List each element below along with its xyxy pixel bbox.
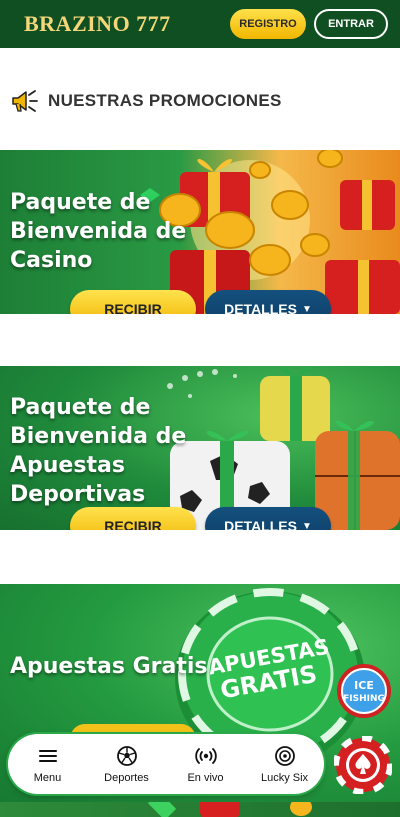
- nav-item-label: En vivo: [187, 771, 224, 784]
- megaphone-icon: [12, 90, 38, 112]
- sports-gifts-illustration: [167, 366, 400, 530]
- next-banner-partial: [0, 802, 400, 817]
- nav-item-label: Menu: [33, 771, 62, 784]
- nav-item-deportes[interactable]: Deportes: [91, 745, 163, 784]
- banner-title-line: Apuestas Gratis: [10, 654, 208, 679]
- receive-button[interactable]: RECIBIR: [70, 290, 196, 314]
- banner-title-line: Deportivas: [10, 482, 146, 507]
- details-button[interactable]: DETALLES ▼: [205, 290, 331, 314]
- brand-logo[interactable]: BRAZINO 777: [24, 11, 171, 37]
- banner-title-line: Bienvenida de: [10, 219, 187, 244]
- banner-title-line: Bienvenida de: [10, 424, 187, 449]
- banner-title-line: Paquete de: [10, 190, 151, 215]
- live-broadcast-icon: [194, 747, 217, 764]
- menu-icon: [38, 749, 57, 762]
- poker-chip-button[interactable]: [334, 736, 392, 794]
- nav-item-label: Lucky Six: [260, 771, 309, 784]
- details-label: DETALLES: [224, 518, 297, 530]
- top-header: BRAZINO 777 REGISTRO ENTRAR: [0, 0, 400, 48]
- badge-text-line: ICE: [354, 679, 374, 692]
- nav-item-label: Deportes: [104, 771, 149, 784]
- ice-fishing-badge[interactable]: ICE FISHING: [335, 662, 393, 720]
- login-button[interactable]: ENTRAR: [314, 9, 388, 39]
- register-button[interactable]: REGISTRO: [230, 9, 306, 39]
- casino-welcome-banner[interactable]: Paquete de Bienvenida de Casino RECIBIR …: [0, 150, 400, 314]
- nav-item-menu[interactable]: Menu: [12, 745, 84, 784]
- soccer-ball-icon: [116, 745, 137, 766]
- chevron-down-icon: ▼: [301, 303, 312, 315]
- lucky-six-icon: [274, 745, 295, 766]
- nav-item-en-vivo[interactable]: En vivo: [170, 745, 242, 784]
- banner-title-line: Apuestas: [10, 453, 125, 478]
- details-label: DETALLES: [224, 301, 297, 314]
- banner-title-line: Paquete de: [10, 395, 151, 420]
- receive-button[interactable]: RECIBIR: [70, 507, 196, 530]
- badge-text-line: FISHING: [343, 694, 385, 704]
- sports-welcome-banner[interactable]: Paquete de Bienvenida de Apuestas Deport…: [0, 366, 400, 530]
- bottom-navigation: Menu Deportes En vivo Lucky Six: [8, 734, 324, 794]
- promotions-title: NUESTRAS PROMOCIONES: [48, 91, 282, 110]
- details-button[interactable]: DETALLES ▼: [205, 507, 331, 530]
- chevron-down-icon: ▼: [301, 520, 312, 531]
- banner-title-line: Casino: [10, 248, 93, 273]
- nav-item-lucky-six[interactable]: Lucky Six: [249, 745, 321, 784]
- promotions-heading: NUESTRAS PROMOCIONES: [10, 84, 282, 118]
